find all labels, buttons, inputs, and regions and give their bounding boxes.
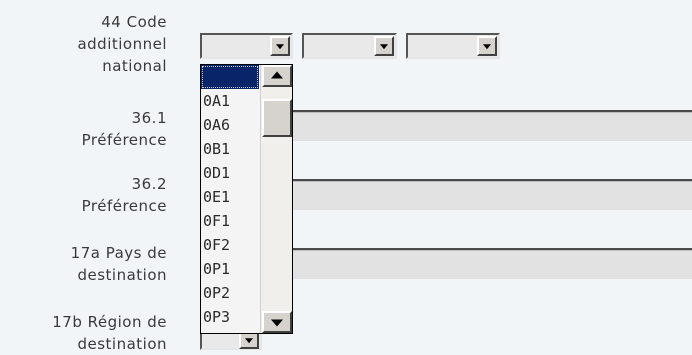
code-additionnel-select-3[interactable] <box>406 33 500 59</box>
chevron-down-icon <box>276 44 284 50</box>
dropdown-option[interactable]: 0A1 <box>201 89 259 113</box>
dropdown-option[interactable]: 0E1 <box>201 185 259 209</box>
dropdown-options: 0A1 0A6 0B1 0D1 0E1 0F1 0F2 0P1 0P2 0P3 <box>201 65 259 329</box>
chevron-down-icon <box>483 44 491 50</box>
label-preference-36-1: 36.1 Préférence <box>81 109 167 149</box>
dropdown-option[interactable]: 0P2 <box>201 281 259 305</box>
chevron-down-icon <box>245 338 253 344</box>
dropdown-button[interactable] <box>270 36 290 56</box>
dropdown-option[interactable]: 0P3 <box>201 305 259 329</box>
scroll-up-button[interactable] <box>262 65 292 87</box>
code-additionnel-select-1[interactable] <box>200 33 293 59</box>
code-dropdown-list[interactable]: 0A1 0A6 0B1 0D1 0E1 0F1 0F2 0P1 0P2 0P3 <box>200 64 293 334</box>
label-code-additionnel-national: 44 Code additionnel national <box>77 13 167 75</box>
dropdown-option[interactable]: 0P1 <box>201 257 259 281</box>
label-region-de-destination: 17b Région de destination <box>52 313 167 353</box>
dropdown-option[interactable]: 0B1 <box>201 137 259 161</box>
dropdown-button[interactable] <box>477 36 497 56</box>
dropdown-option[interactable]: 0A6 <box>201 113 259 137</box>
dropdown-button[interactable] <box>374 36 394 56</box>
scroll-down-button[interactable] <box>262 311 292 333</box>
dropdown-option[interactable]: 0F2 <box>201 233 259 257</box>
chevron-down-icon <box>380 44 388 50</box>
label-pays-de-destination: 17a Pays de destination <box>70 244 167 284</box>
scroll-up-arrow-icon <box>271 71 283 79</box>
dropdown-option[interactable]: 0D1 <box>201 161 259 185</box>
scroll-thumb[interactable] <box>262 99 292 137</box>
dropdown-scrollbar[interactable] <box>260 65 292 333</box>
scroll-down-arrow-icon <box>271 319 283 327</box>
code-additionnel-select-2[interactable] <box>302 33 397 59</box>
label-preference-36-2: 36.2 Préférence <box>81 175 167 215</box>
dropdown-option-empty[interactable] <box>201 65 259 89</box>
dropdown-option[interactable]: 0F1 <box>201 209 259 233</box>
